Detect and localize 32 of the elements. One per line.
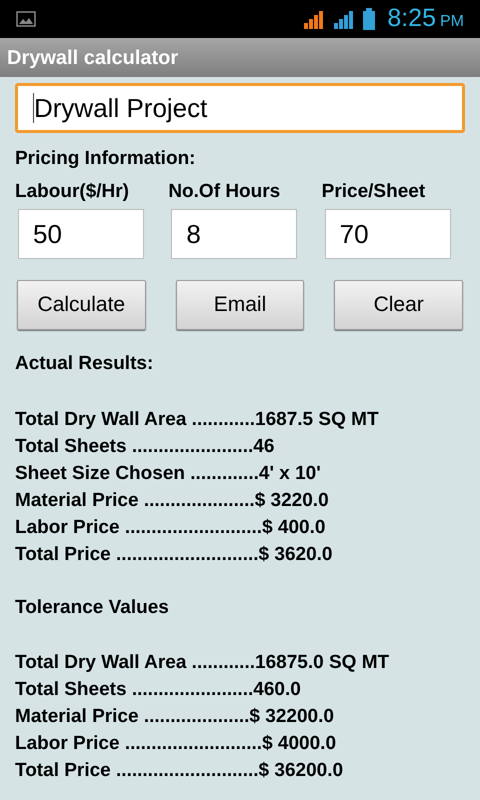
battery-icon <box>363 8 376 30</box>
project-name-field[interactable]: Drywall Project <box>15 83 465 133</box>
signal-icon <box>303 9 326 29</box>
result-line: Total Sheets .......................460.0 <box>15 678 302 702</box>
result-line: Sheet Size Chosen .............4' x 10' <box>15 462 322 486</box>
section-heading: Pricing Information: <box>15 147 196 171</box>
result-line: Total Sheets .......................46 <box>15 434 276 458</box>
picture-icon <box>16 11 36 27</box>
section-heading: Tolerance Values <box>15 596 170 620</box>
window-title: Drywall calculator <box>7 46 178 70</box>
result-line: Total Dry Wall Area ............16875.0 SQ MT <box>15 651 390 675</box>
text-cursor <box>33 93 34 123</box>
result-line: Material Price ....................$ 32200.0 <box>15 705 335 729</box>
action-button[interactable]: Email <box>176 280 304 330</box>
field-label: No.Of Hours <box>168 180 282 204</box>
input-field[interactable]: 8 <box>171 209 298 259</box>
result-line: Labor Price ..........................$ 4000.0 <box>15 732 338 756</box>
result-line: Total Price ...........................$ 36200.0 <box>15 759 344 783</box>
section-heading: Actual Results: <box>15 352 154 376</box>
signal-icon <box>333 9 356 29</box>
input-field[interactable]: 50 <box>18 209 144 259</box>
clock-time: 8:25 <box>387 3 436 34</box>
field-label: Labour($/Hr) <box>15 180 130 204</box>
result-line: Total Price ...........................$ 3620.0 <box>15 542 334 566</box>
action-button[interactable]: Clear <box>334 280 463 330</box>
result-line: Total Dry Wall Area ............1687.5 SQ MT <box>15 408 380 432</box>
action-button[interactable]: Calculate <box>17 280 146 330</box>
result-line: Material Price .....................$ 3220.0 <box>15 488 330 512</box>
input-field[interactable]: 70 <box>324 209 451 259</box>
field-label: Price/Sheet <box>322 180 426 204</box>
clock-meridiem: PM <box>440 12 464 32</box>
result-line: Labor Price ..........................$ 400.0 <box>15 516 326 540</box>
